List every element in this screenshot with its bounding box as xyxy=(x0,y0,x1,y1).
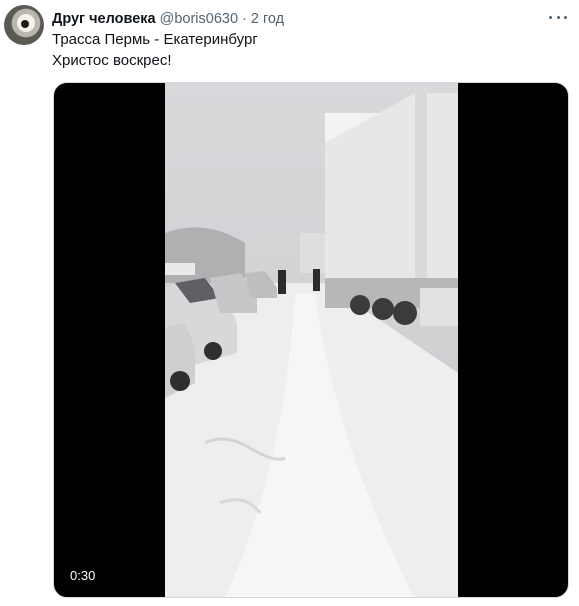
tweet-line-1: Трасса Пермь - Екатеринбург xyxy=(52,31,258,48)
more-options-icon[interactable] xyxy=(549,10,567,24)
dot-2 xyxy=(556,15,560,19)
avatar[interactable] xyxy=(4,5,44,45)
dot-3 xyxy=(564,15,567,19)
user-name[interactable]: Друг человека xyxy=(52,11,156,27)
video-player[interactable]: 0:30 xyxy=(53,82,569,598)
avatar-eye xyxy=(21,20,29,28)
separator: · xyxy=(242,11,247,27)
dot-1 xyxy=(549,15,552,19)
video-frame xyxy=(165,83,458,597)
tweet-header: Друг человека @boris0630 · 2 год xyxy=(52,9,284,29)
tweet-text: Трасса Пермь - Екатеринбург Христос воск… xyxy=(52,29,258,71)
user-handle[interactable]: @boris0630 xyxy=(160,11,238,27)
tweet-line-2: Христос воскрес! xyxy=(52,52,172,69)
timestamp[interactable]: 2 год xyxy=(251,11,284,27)
video-duration: 0:30 xyxy=(66,566,100,585)
tweet[interactable]: Друг человека @boris0630 · 2 год Трасса … xyxy=(0,0,579,606)
